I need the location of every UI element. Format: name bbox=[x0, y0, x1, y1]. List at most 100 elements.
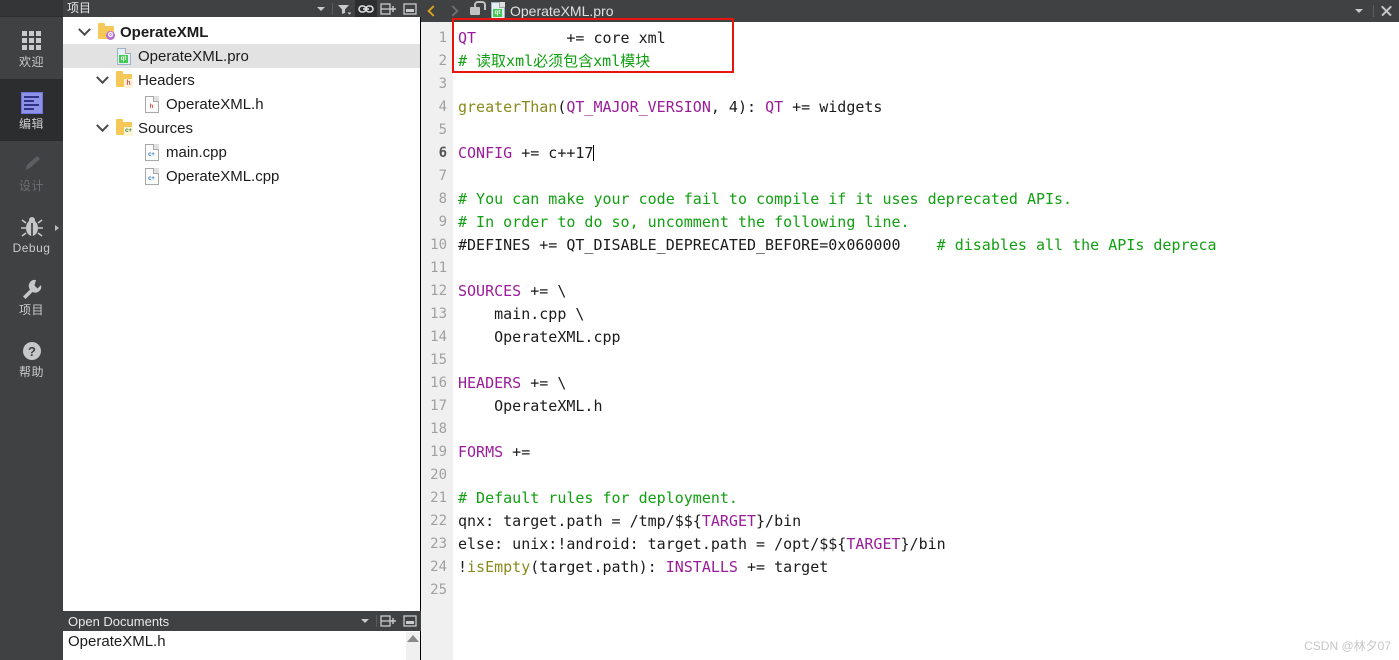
code-line[interactable] bbox=[458, 464, 1399, 487]
code-line[interactable]: # In order to do so, uncomment the follo… bbox=[458, 211, 1399, 234]
code-line[interactable] bbox=[458, 119, 1399, 142]
code-line[interactable]: # You can make your code fail to compile… bbox=[458, 188, 1399, 211]
code-editor[interactable]: 1 2 3 4 5 6 7 8 9 10 11 12 13 14 15 16 17 18 19 20 21 22 23 24 2… bbox=[421, 22, 1399, 660]
wrench-icon bbox=[17, 276, 47, 302]
code-line[interactable]: OperateXML.cpp bbox=[458, 326, 1399, 349]
mode-edit[interactable]: 编辑 bbox=[0, 79, 63, 141]
code-line[interactable]: CONFIG += c++17 bbox=[458, 142, 1399, 165]
code-line[interactable] bbox=[458, 349, 1399, 372]
open-documents-dropdown[interactable] bbox=[354, 613, 376, 630]
code-line[interactable]: SOURCES += \ bbox=[458, 280, 1399, 303]
code-token: += \ bbox=[521, 374, 567, 392]
mode-projects[interactable]: 项目 bbox=[0, 265, 63, 327]
tree-item-headers[interactable]: h Headers bbox=[63, 68, 420, 92]
text-cursor bbox=[593, 145, 595, 161]
code-token: FORMS bbox=[458, 443, 504, 461]
code-line[interactable]: !isEmpty(target.path): INSTALLS += targe… bbox=[458, 556, 1399, 579]
code-line[interactable]: qnx: target.path = /tmp/$${TARGET}/bin bbox=[458, 510, 1399, 533]
close-icon[interactable] bbox=[1377, 0, 1395, 22]
project-view-dropdown[interactable] bbox=[310, 0, 332, 17]
line-number: 13 bbox=[430, 306, 447, 322]
code-token: += c++17 bbox=[512, 144, 594, 162]
code-text[interactable]: QT += core xml # 读取xml必须包含xml模块 greaterTh… bbox=[453, 22, 1399, 660]
code-token: # You can make your code fail to compile… bbox=[458, 190, 1073, 208]
tree-item-sources[interactable]: c+ Sources bbox=[63, 116, 420, 140]
chevron-down-icon[interactable] bbox=[73, 20, 95, 44]
code-token: greaterThan bbox=[458, 98, 558, 116]
chevron-down-icon[interactable] bbox=[91, 116, 113, 140]
editor-tab-bar: qt OperateXML.pro bbox=[421, 0, 1399, 22]
unlocked-padlock-icon[interactable] bbox=[463, 0, 487, 22]
split-add-icon[interactable] bbox=[377, 613, 399, 630]
editor-tab-filename: OperateXML.pro bbox=[510, 3, 614, 19]
code-line[interactable]: else: unix:!android: target.path = /opt/… bbox=[458, 533, 1399, 556]
editor-tab-dropdown[interactable] bbox=[1348, 3, 1370, 20]
back-arrow-icon[interactable] bbox=[423, 0, 443, 22]
project-panel: 项目 ⚙ OperateXML qt OperateXML.pro h Head… bbox=[63, 0, 421, 660]
line-number: 18 bbox=[430, 421, 447, 437]
line-number: 5 bbox=[438, 122, 447, 138]
tree-item-operatexml-pro[interactable]: qt OperateXML.pro bbox=[63, 44, 420, 68]
code-line[interactable] bbox=[458, 418, 1399, 441]
minimize-icon[interactable] bbox=[399, 0, 421, 17]
code-line[interactable] bbox=[458, 579, 1399, 602]
mode-debug[interactable]: Debug bbox=[0, 203, 63, 265]
open-documents-scrollbar[interactable] bbox=[406, 632, 420, 660]
tree-item-operatexml-h[interactable]: h OperateXML.h bbox=[63, 92, 420, 116]
tree-item-label: OperateXML.cpp bbox=[166, 167, 280, 185]
code-token: QT bbox=[765, 98, 784, 116]
code-line[interactable]: # 读取xml必须包含xml模块 bbox=[458, 50, 1399, 73]
code-line[interactable]: greaterThan(QT_MAJOR_VERSION, 4): QT += … bbox=[458, 96, 1399, 119]
line-number: 10 bbox=[430, 237, 447, 253]
tree-item-label: Sources bbox=[138, 119, 194, 137]
code-line[interactable]: # Default rules for deployment. bbox=[458, 487, 1399, 510]
code-token: QT_MAJOR_VERSION bbox=[566, 98, 711, 116]
code-token: TARGET bbox=[846, 535, 901, 553]
tree-item-main-cpp[interactable]: c+ main.cpp bbox=[63, 140, 420, 164]
code-token: isEmpty bbox=[467, 558, 531, 576]
code-line[interactable]: OperateXML.h bbox=[458, 395, 1399, 418]
mode-design[interactable]: 设计 bbox=[0, 141, 63, 203]
editor-tab[interactable]: qt OperateXML.pro bbox=[487, 2, 618, 20]
chevron-down-icon[interactable] bbox=[91, 68, 113, 92]
code-token: main.cpp \ bbox=[458, 305, 585, 323]
code-line[interactable]: FORMS += bbox=[458, 441, 1399, 464]
link-icon[interactable] bbox=[355, 0, 377, 17]
code-line[interactable]: QT += core xml bbox=[458, 27, 1399, 50]
code-token: else: unix:!android: target.path = /opt/… bbox=[458, 535, 847, 553]
code-token: += target bbox=[737, 558, 829, 576]
tree-item-operatexml[interactable]: ⚙ OperateXML bbox=[63, 20, 420, 44]
code-line[interactable] bbox=[458, 165, 1399, 188]
open-document-item[interactable]: OperateXML.h bbox=[63, 632, 406, 652]
code-line[interactable] bbox=[458, 73, 1399, 96]
qt-creator-window: 欢迎 编辑 设计 Debug 项目 ? 帮助 项目 ⚙ OperateXML q… bbox=[0, 0, 1399, 660]
code-token: INSTALLS bbox=[665, 558, 738, 576]
scroll-up-arrow-icon[interactable] bbox=[407, 635, 419, 642]
tree-item-label: OperateXML.h bbox=[166, 95, 264, 113]
mode-edit-label: 编辑 bbox=[18, 116, 44, 131]
minimize-icon[interactable] bbox=[399, 613, 421, 630]
pencil-icon bbox=[17, 152, 47, 178]
split-add-icon[interactable] bbox=[377, 0, 399, 17]
code-line[interactable]: HEADERS += \ bbox=[458, 372, 1399, 395]
code-token: += bbox=[503, 443, 531, 461]
project-tree[interactable]: ⚙ OperateXML qt OperateXML.pro h Headers h Oper… bbox=[63, 17, 421, 611]
code-line[interactable] bbox=[458, 257, 1399, 280]
code-line[interactable]: #DEFINES += QT_DISABLE_DEPRECATED_BEFORE… bbox=[458, 234, 1399, 257]
mode-help[interactable]: ? 帮助 bbox=[0, 327, 63, 389]
debug-more-arrow-icon[interactable] bbox=[55, 225, 59, 231]
line-number: 17 bbox=[430, 398, 447, 414]
forward-arrow-icon[interactable] bbox=[443, 0, 463, 22]
code-line[interactable]: main.cpp \ bbox=[458, 303, 1399, 326]
mode-welcome[interactable]: 欢迎 bbox=[0, 17, 63, 79]
mode-debug-label: Debug bbox=[12, 240, 51, 255]
code-token: ! bbox=[458, 558, 468, 576]
line-number: 15 bbox=[430, 352, 447, 368]
code-token: # Default rules for deployment. bbox=[458, 489, 738, 507]
filter-icon[interactable] bbox=[333, 0, 355, 17]
tree-item-operatexml-cpp[interactable]: c+ OperateXML.cpp bbox=[63, 164, 420, 188]
code-token: CONFIG bbox=[458, 144, 513, 162]
modebar-spacer bbox=[0, 0, 63, 17]
divider bbox=[1373, 5, 1374, 17]
